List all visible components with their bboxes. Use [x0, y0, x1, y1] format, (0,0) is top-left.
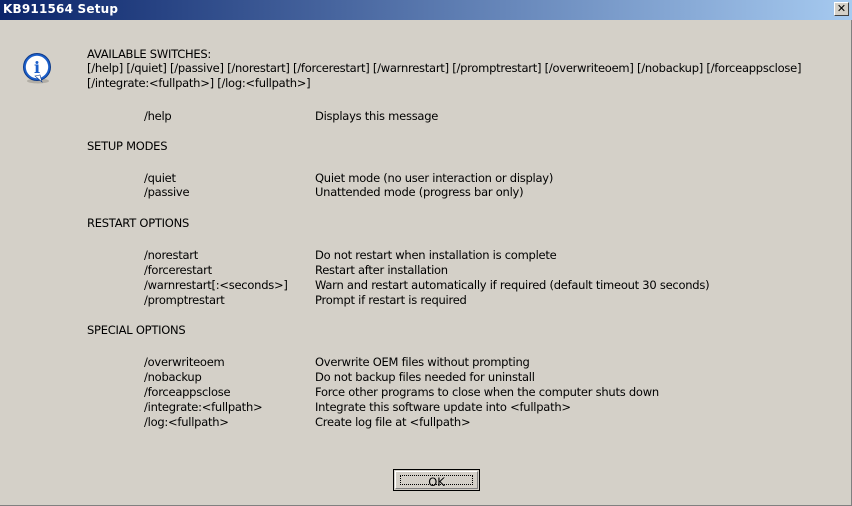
switch-norestart: /norestart: [144, 248, 199, 262]
switch-integrate-desc: Integrate this software update into <ful…: [315, 400, 571, 414]
switch-norestart-desc: Do not restart when installation is comp…: [315, 248, 557, 262]
restart-options-title: RESTART OPTIONS: [87, 216, 189, 230]
setup-dialog: KB911564 Setup ✕ i AVAILABLE SWITCHES: […: [0, 0, 852, 506]
switch-nobackup-desc: Do not backup files needed for uninstall: [315, 370, 535, 384]
ok-button[interactable]: OK: [393, 469, 480, 491]
information-icon: i: [23, 53, 51, 84]
special-options-title: SPECIAL OPTIONS: [87, 323, 186, 337]
switch-log-desc: Create log file at <fullpath>: [315, 415, 471, 429]
window-title: KB911564 Setup: [3, 2, 119, 16]
switch-passive: /passive: [144, 185, 190, 199]
switches-line-1: [/help] [/quiet] [/passive] [/norestart]…: [87, 61, 802, 75]
switch-overwriteoem: /overwriteoem: [144, 355, 225, 369]
switch-quiet: /quiet: [144, 171, 176, 185]
setup-modes-title: SETUP MODES: [87, 139, 168, 153]
switch-quiet-desc: Quiet mode (no user interaction or displ…: [315, 171, 554, 185]
switch-forcerestart-desc: Restart after installation: [315, 263, 448, 277]
switch-warnrestart-desc: Warn and restart automatically if requir…: [315, 278, 710, 292]
switch-forcerestart: /forcerestart: [144, 263, 212, 277]
switch-overwriteoem-desc: Overwrite OEM files without prompting: [315, 355, 530, 369]
title-bar[interactable]: KB911564 Setup ✕: [0, 0, 852, 20]
switch-forceappsclose: /forceappsclose: [144, 385, 231, 399]
switch-log: /log:<fullpath>: [144, 415, 229, 429]
available-switches-header: AVAILABLE SWITCHES:: [87, 47, 212, 61]
switches-line-2: [/integrate:<fullpath>] [/log:<fullpath>…: [87, 76, 311, 90]
close-icon: ✕: [836, 2, 847, 15]
ok-button-label: OK: [400, 475, 473, 489]
switch-warnrestart: /warnrestart[:<seconds>]: [144, 278, 288, 292]
switch-integrate: /integrate:<fullpath>: [144, 400, 263, 414]
svg-text:i: i: [34, 58, 40, 77]
switch-help: /help: [144, 109, 172, 123]
close-button[interactable]: ✕: [834, 2, 849, 16]
switch-promptrestart-desc: Prompt if restart is required: [315, 293, 467, 307]
switch-forceappsclose-desc: Force other programs to close when the c…: [315, 385, 659, 399]
switch-passive-desc: Unattended mode (progress bar only): [315, 185, 524, 199]
ok-button-bevel: OK: [395, 471, 478, 489]
switch-help-desc: Displays this message: [315, 109, 439, 123]
switch-nobackup: /nobackup: [144, 370, 202, 384]
switch-promptrestart: /promptrestart: [144, 293, 225, 307]
